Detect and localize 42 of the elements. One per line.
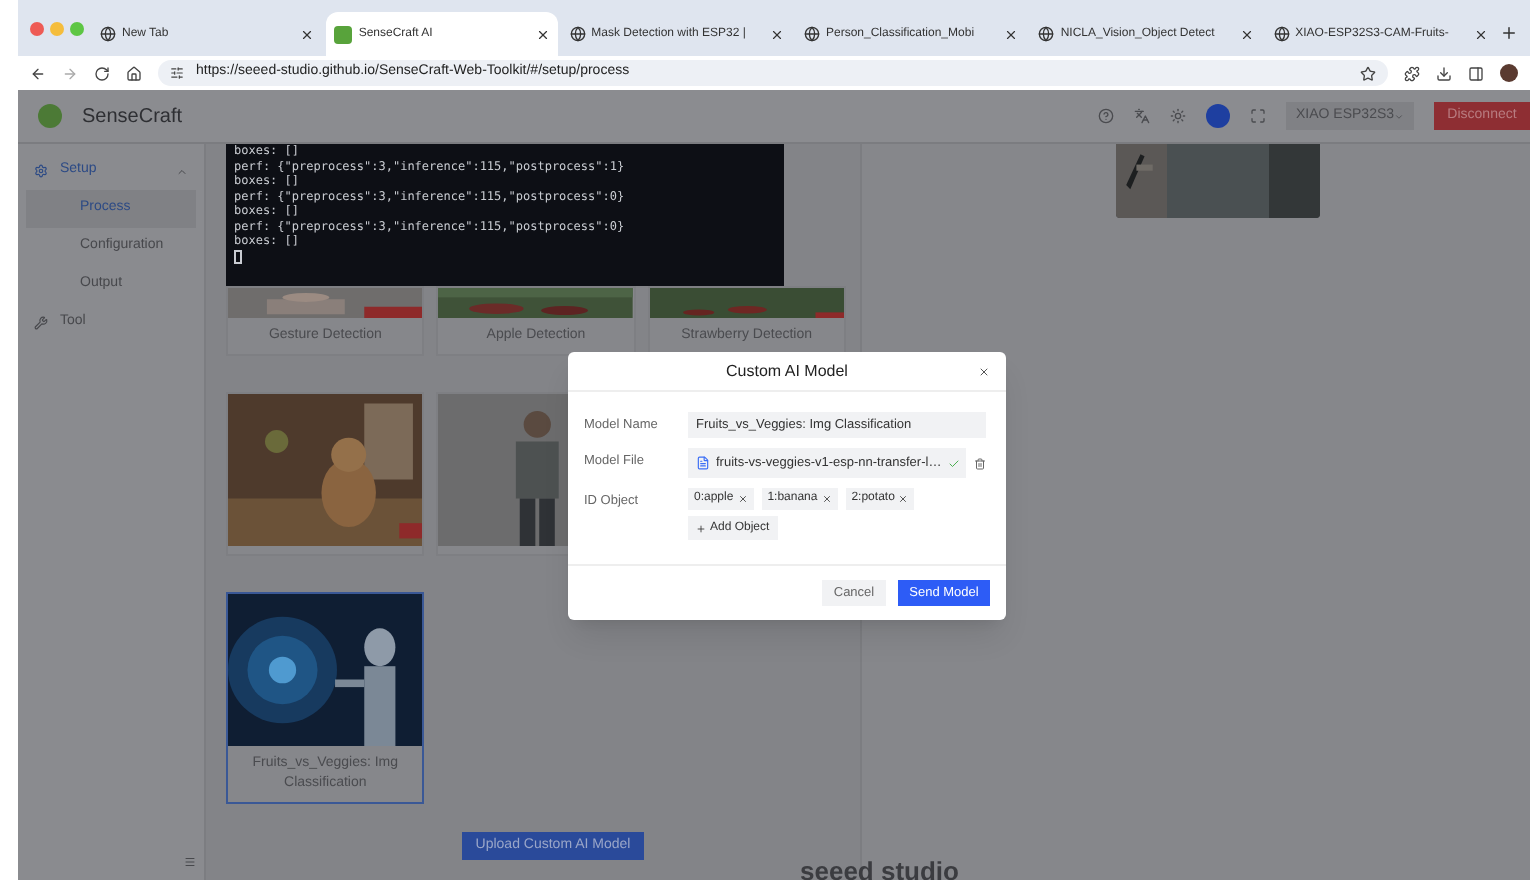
- new-tab-icon[interactable]: [1499, 24, 1518, 42]
- file-icon: [696, 456, 710, 470]
- globe-icon: [1038, 26, 1055, 42]
- logo-icon: [38, 104, 62, 128]
- gear-icon: [34, 164, 48, 178]
- delete-icon[interactable]: [974, 457, 986, 469]
- profile-avatar[interactable]: [1500, 64, 1518, 82]
- plus-icon: [696, 523, 706, 533]
- side-panel-icon[interactable]: [1468, 65, 1484, 81]
- close-window-icon[interactable]: [30, 21, 44, 35]
- globe-icon: [1273, 26, 1290, 42]
- download-icon[interactable]: [1436, 65, 1452, 81]
- globe-icon: [569, 26, 586, 42]
- collapse-icon[interactable]: [184, 856, 196, 868]
- help-icon[interactable]: [1098, 108, 1114, 124]
- bookmark-star-icon[interactable]: [1360, 65, 1376, 81]
- close-icon[interactable]: [1004, 27, 1019, 41]
- back-icon[interactable]: [30, 65, 46, 81]
- theme-icon[interactable]: [1170, 108, 1186, 124]
- dialog-title: Custom AI Model: [726, 359, 848, 383]
- check-icon: [947, 457, 960, 469]
- close-icon[interactable]: [1473, 27, 1488, 41]
- globe-icon: [803, 26, 820, 42]
- account-icon[interactable]: [1206, 104, 1230, 128]
- site-settings-icon[interactable]: [170, 66, 184, 80]
- close-icon[interactable]: [300, 27, 315, 41]
- close-icon[interactable]: [535, 27, 550, 41]
- chevron-up-icon: [176, 165, 188, 177]
- reload-icon[interactable]: [94, 65, 110, 81]
- close-icon[interactable]: [769, 27, 784, 41]
- close-icon[interactable]: [978, 365, 990, 377]
- translate-icon[interactable]: [1134, 108, 1150, 124]
- home-icon[interactable]: [126, 65, 142, 81]
- brand-name: SenseCraft: [82, 103, 183, 131]
- chevron-down-icon: [1394, 109, 1404, 123]
- globe-icon: [100, 26, 116, 42]
- extensions-icon[interactable]: [1404, 65, 1420, 81]
- footer-logo-text: seeed studio: [800, 856, 959, 880]
- cursor: [234, 249, 242, 263]
- close-icon[interactable]: [1239, 27, 1254, 41]
- wrench-icon: [34, 316, 48, 330]
- app-logo-icon: [334, 25, 353, 43]
